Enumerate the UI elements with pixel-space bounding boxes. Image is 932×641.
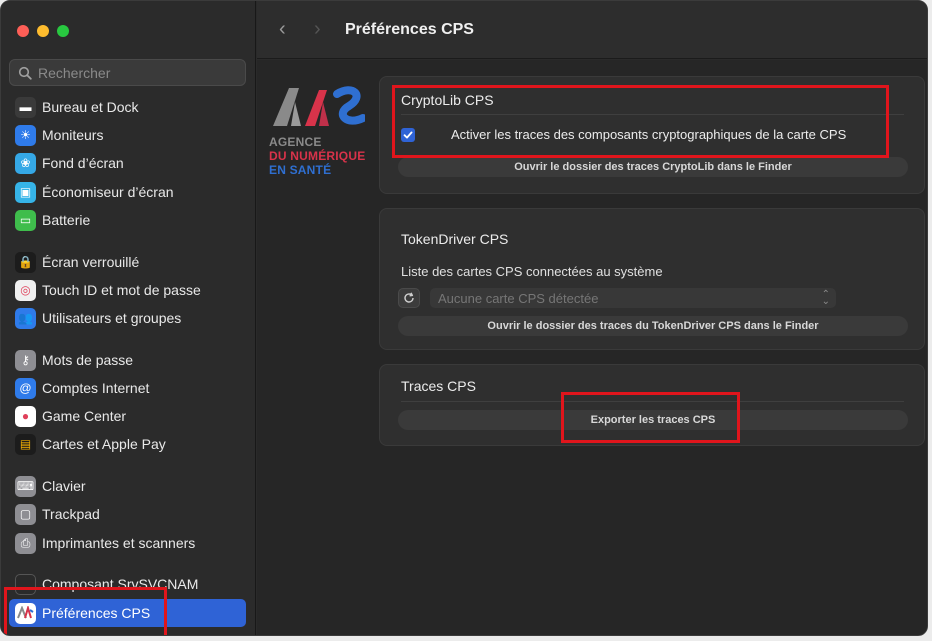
updown-chevron-icon: ⌃ ⌄: [821, 289, 830, 307]
window-controls: [17, 25, 69, 37]
sidebar-item-game-center[interactable]: ● Game Center: [9, 402, 246, 430]
trackpad-icon: ▢: [15, 503, 36, 525]
sidebar-item-label: Fond d’écran: [42, 155, 124, 171]
tokendriver-title: TokenDriver CPS: [401, 231, 509, 247]
sidebar-item-comptes-internet[interactable]: @ Comptes Internet: [9, 374, 246, 402]
sidebar-item-utilisateurs[interactable]: 👥 Utilisateurs et groupes: [9, 304, 246, 332]
sidebar-item-label: Imprimantes et scanners: [42, 535, 196, 551]
game-center-icon: ●: [15, 405, 36, 427]
close-button[interactable]: [17, 25, 29, 37]
sidebar: ▬ Bureau et Dock ☀ Moniteurs ❀ Fond d’éc…: [1, 1, 256, 635]
logo-line-1: AGENCE: [269, 135, 322, 149]
sidebar-item-label: Comptes Internet: [42, 380, 150, 396]
forward-chevron-icon[interactable]: ›: [314, 19, 321, 39]
sidebar-item-label: Moniteurs: [42, 127, 104, 143]
dock-icon: ▬: [15, 96, 36, 118]
users-icon: 👥: [15, 307, 36, 329]
sidebar-item-label: Bureau et Dock: [42, 99, 139, 115]
sidebar-item-trackpad[interactable]: ▢ Trackpad: [9, 500, 246, 528]
sidebar-item-clavier[interactable]: ⌨ Clavier: [9, 472, 246, 500]
screensaver-icon: ▣: [15, 181, 36, 203]
sidebar-item-ecran-verrouille[interactable]: 🔒 Écran verrouillé: [9, 248, 246, 276]
key-icon: ⚷: [15, 349, 36, 371]
card-select[interactable]: Aucune carte CPS détectée ⌃ ⌄: [430, 288, 836, 308]
search-input[interactable]: [38, 64, 228, 81]
back-chevron-icon[interactable]: ‹: [279, 19, 286, 39]
logo-line-3: EN SANTÉ: [269, 163, 332, 177]
sidebar-item-imprimantes[interactable]: ⎙ Imprimantes et scanners: [9, 529, 246, 557]
fingerprint-icon: ◎: [15, 279, 36, 301]
settings-window: ▬ Bureau et Dock ☀ Moniteurs ❀ Fond d’éc…: [0, 0, 928, 636]
ans-logo: AGENCE DU NUMÉRIQUE EN SANTÉ: [269, 82, 379, 182]
sidebar-item-mots-de-passe[interactable]: ⚷ Mots de passe: [9, 346, 246, 374]
sun-icon: ☀: [15, 124, 36, 146]
sidebar-item-label: Clavier: [42, 478, 86, 494]
logo-line-2: DU NUMÉRIQUE: [269, 149, 366, 163]
highlight-box-cryptolib: [392, 85, 889, 158]
sidebar-item-label: Écran verrouillé: [42, 254, 140, 270]
sidebar-item-bureau-dock[interactable]: ▬ Bureau et Dock: [9, 93, 246, 121]
page-title: Préférences CPS: [345, 21, 474, 38]
card-list-label: Liste des cartes CPS connectées au systè…: [401, 264, 663, 279]
open-tokendriver-folder-button[interactable]: Ouvrir le dossier des traces du TokenDri…: [398, 316, 908, 336]
tokendriver-card: TokenDriver CPS Liste des cartes CPS con…: [379, 208, 925, 350]
highlight-box-export: [561, 392, 740, 443]
sidebar-item-label: Batterie: [42, 212, 91, 228]
flower-icon: ❀: [15, 152, 36, 174]
sidebar-item-cartes-apple-pay[interactable]: ▤ Cartes et Apple Pay: [9, 430, 246, 458]
sidebar-item-moniteurs[interactable]: ☀ Moniteurs: [9, 121, 246, 149]
open-cryptolib-folder-button[interactable]: Ouvrir le dossier des traces CryptoLib d…: [398, 157, 908, 177]
refresh-button[interactable]: [398, 288, 420, 308]
battery-icon: ▭: [15, 209, 36, 231]
zoom-button[interactable]: [57, 25, 69, 37]
sidebar-item-fond-ecran[interactable]: ❀ Fond d’écran: [9, 149, 246, 177]
sidebar-item-touch-id[interactable]: ◎ Touch ID et mot de passe: [9, 276, 246, 304]
sidebar-item-label: Trackpad: [42, 506, 100, 522]
keyboard-icon: ⌨: [15, 475, 36, 497]
ans-logo-mark: [273, 86, 367, 126]
sidebar-item-economiseur[interactable]: ▣ Économiseur d’écran: [9, 178, 246, 206]
search-field[interactable]: [9, 59, 246, 86]
sidebar-item-label: Touch ID et mot de passe: [42, 282, 201, 298]
traces-title: Traces CPS: [401, 378, 476, 394]
card-select-value: Aucune carte CPS détectée: [438, 290, 599, 306]
sidebar-item-label: Game Center: [42, 408, 127, 424]
search-icon: [18, 66, 32, 80]
sidebar-item-label: Mots de passe: [42, 352, 134, 368]
at-icon: @: [15, 377, 36, 399]
refresh-icon: [404, 292, 414, 303]
highlight-box-sidebar: [4, 587, 167, 635]
printer-icon: ⎙: [15, 532, 36, 554]
sidebar-item-batterie[interactable]: ▭ Batterie: [9, 206, 246, 234]
sidebar-item-label: Cartes et Apple Pay: [42, 436, 166, 452]
toolbar: ‹ › Préférences CPS: [257, 1, 927, 59]
wallet-icon: ▤: [15, 433, 36, 455]
sidebar-item-label: Utilisateurs et groupes: [42, 310, 182, 326]
lock-screen-icon: 🔒: [15, 251, 36, 273]
minimize-button[interactable]: [37, 25, 49, 37]
sidebar-item-label: Économiseur d’écran: [42, 184, 174, 200]
